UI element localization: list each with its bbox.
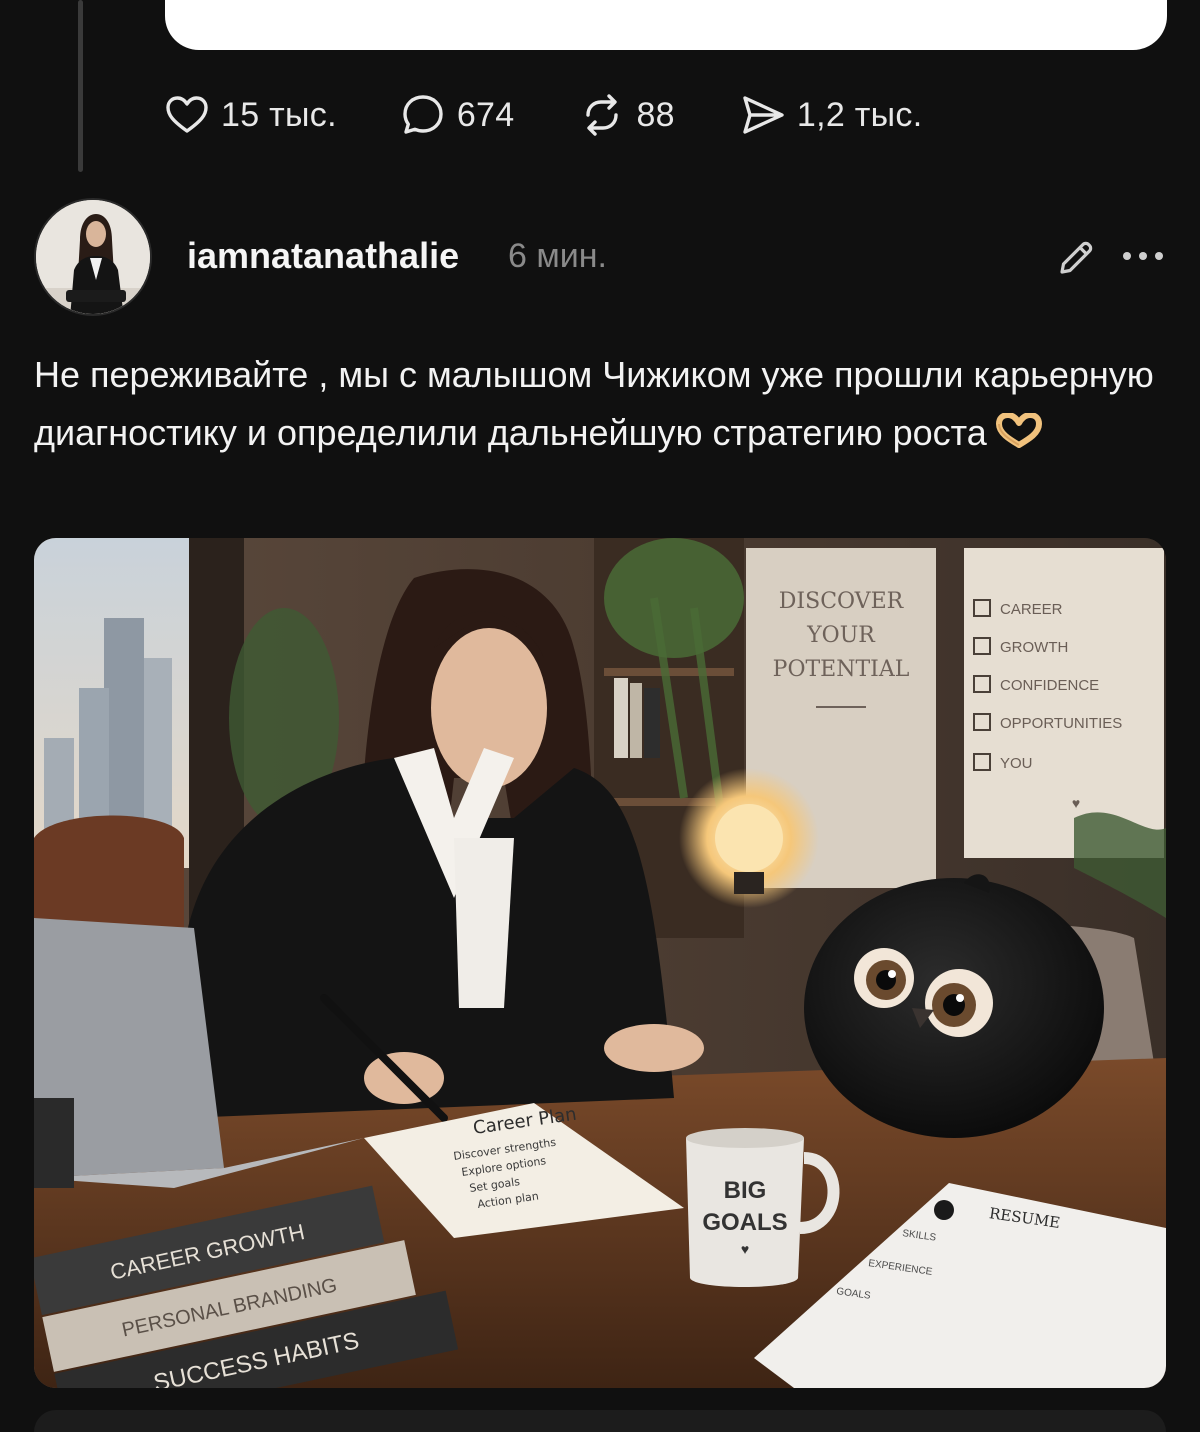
previous-post-media[interactable] [165, 0, 1167, 50]
post-text: Не переживайте , мы с малышом Чижиком уж… [34, 346, 1166, 462]
comment-icon [403, 95, 443, 134]
edit-button[interactable] [1054, 236, 1098, 280]
repost-count: 88 [636, 95, 675, 134]
svg-text:♥: ♥ [741, 1241, 749, 1257]
poster-right-item-3: CONFIDENCE [1000, 677, 1099, 694]
avatar[interactable] [34, 198, 152, 316]
repost-button[interactable]: 88 [578, 91, 675, 139]
poster-left-line-2: YOUR [806, 623, 876, 648]
avatar-photo [36, 200, 150, 314]
poster-left-line-3: POTENTIAL [773, 657, 910, 682]
username[interactable]: iamnatanathalie [187, 235, 459, 277]
share-button[interactable]: 1,2 тыс. [739, 91, 923, 139]
heart-icon [166, 96, 208, 133]
poster-right-item-2: GROWTH [1000, 639, 1068, 656]
next-post-card[interactable] [34, 1410, 1166, 1432]
poster-left-line-1: DISCOVER [779, 589, 905, 614]
heart-hands-emoji-icon [993, 408, 1045, 448]
ellipsis-icon [1123, 252, 1163, 260]
share-count: 1,2 тыс. [796, 95, 923, 134]
post-header: iamnatanathalie 6 мин. [34, 198, 1166, 318]
pencil-icon [1060, 241, 1093, 274]
poster-right-item-1: CAREER [1000, 601, 1063, 618]
poster-right-item-4: OPPORTUNITIES [1000, 715, 1122, 732]
comment-count: 674 [456, 95, 515, 134]
post-text-content: Не переживайте , мы с малышом Чижиком уж… [34, 354, 1154, 453]
like-count: 15 тыс. [221, 95, 337, 134]
more-options-button[interactable] [1120, 238, 1166, 274]
like-button[interactable]: 15 тыс. [163, 91, 337, 139]
thread-line [78, 0, 83, 172]
post-time: 6 мин. [508, 237, 607, 275]
send-icon [743, 96, 784, 134]
mug-text-line-2: GOALS [702, 1209, 787, 1236]
comment-button[interactable]: 674 [399, 91, 515, 139]
office-illustration: DISCOVER YOUR POTENTIAL CAREER GROWTH CO… [34, 538, 1166, 1388]
repost-icon [586, 94, 619, 136]
mug-text-line-1: BIG [724, 1177, 767, 1204]
previous-post-actions: 15 тыс. 674 88 1,2 тыс. [163, 88, 986, 142]
svg-text:♥: ♥ [1072, 795, 1080, 811]
poster-right-item-5: YOU [1000, 755, 1033, 772]
post-image[interactable]: DISCOVER YOUR POTENTIAL CAREER GROWTH CO… [34, 538, 1166, 1388]
